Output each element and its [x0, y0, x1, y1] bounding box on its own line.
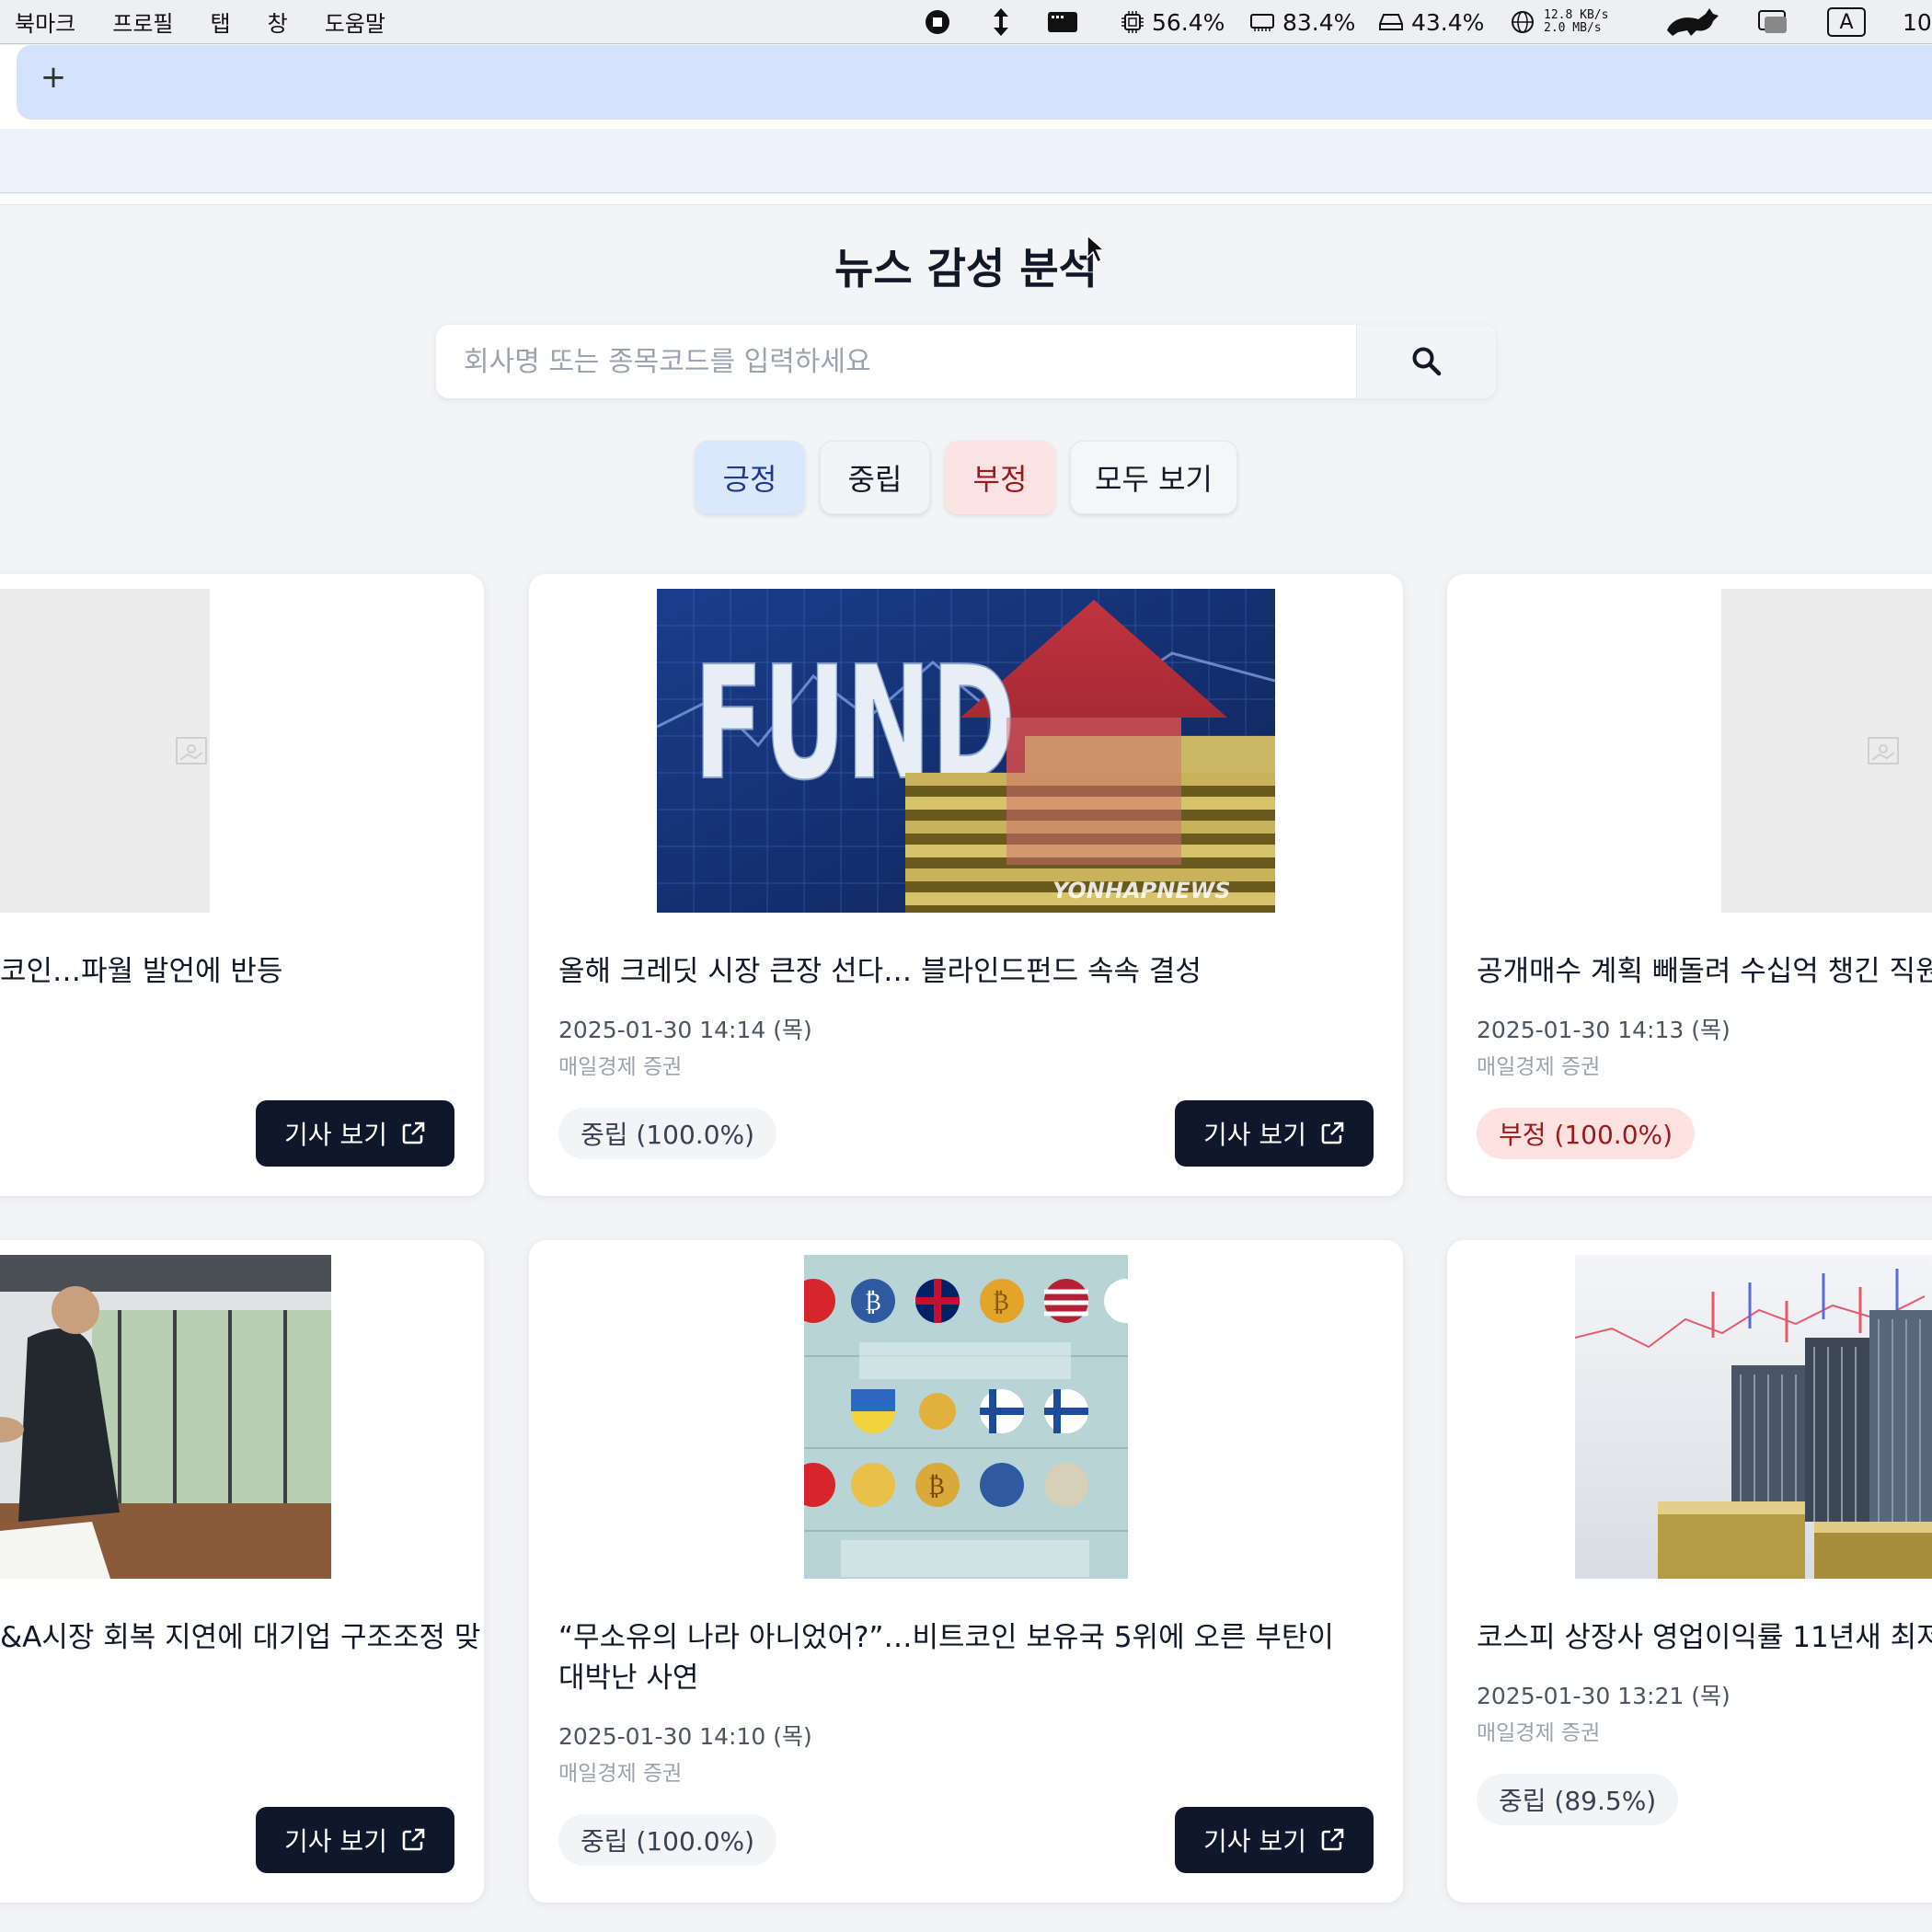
memory-value: 83.4%: [1282, 8, 1356, 36]
tab-bar: [17, 45, 1932, 120]
article-card: FUND YONHAPNEWS 올해 크레딧 시장 큰장 선다… 블라인드펀드 …: [529, 574, 1403, 1196]
article-title[interactable]: &A시장 회복 지연에 대기업 구조조정 맞: [0, 1617, 484, 1658]
article-title[interactable]: 공개매수 계획 빼돌려 수십억 챙긴 직원들: [1477, 951, 1932, 992]
filter-all-button[interactable]: 모두 보기: [1070, 441, 1237, 514]
sentiment-badge: 중립 (89.5%): [1477, 1774, 1679, 1825]
article-image-placeholder: [0, 589, 210, 913]
filter-positive-button[interactable]: 긍정: [695, 441, 805, 514]
sentiment-badge: 중립 (100.0%): [558, 1108, 777, 1159]
menu-profile[interactable]: 프로필: [112, 6, 173, 38]
battery-percent: 100: [1903, 8, 1932, 36]
article-title[interactable]: “무소유의 나라 아니었어?”…비트코인 보유국 5위에 오른 부탄이 대박난 …: [558, 1617, 1368, 1698]
memory-icon: [1250, 14, 1274, 31]
article-date: 2025-01-30 14:10 (목): [558, 1723, 812, 1750]
article-card: 코스피 상장사 영업이익률 11년새 최저 2025-01-30 13:21 (…: [1447, 1240, 1932, 1903]
read-article-label: 기사 보기: [284, 1120, 387, 1150]
menu-help[interactable]: 도움말: [325, 6, 385, 38]
external-link-icon: [402, 1828, 425, 1851]
window-app-icon[interactable]: [1047, 0, 1078, 44]
article-title[interactable]: 코스피 상장사 영업이익률 11년새 최저: [1477, 1617, 1932, 1658]
external-link-icon: [402, 1121, 425, 1144]
external-link-icon: [1321, 1828, 1344, 1851]
read-article-button[interactable]: 기사 보기: [256, 1807, 454, 1873]
article-image-flags: ₿ ₿ ₿: [804, 1255, 1128, 1579]
read-article-button[interactable]: 기사 보기: [1175, 1100, 1374, 1167]
sentiment-badge: 중립 (100.0%): [558, 1814, 777, 1866]
screen-mirror-icon[interactable]: [1757, 0, 1788, 44]
sentiment-filters: 긍정 중립 부정 모두 보기: [0, 441, 1932, 514]
cpu-icon: [1121, 11, 1144, 33]
menu-tab[interactable]: 탭: [211, 6, 231, 38]
page-title: 뉴스 감성 분석: [834, 244, 1098, 293]
article-source: 매일경제 증권: [558, 1055, 683, 1079]
read-article-button[interactable]: 기사 보기: [1175, 1807, 1374, 1873]
article-card: ₿ ₿ ₿ “무소유의 나라 아니었어?”…비트코인 보유국 5위에 오른 부탄…: [529, 1240, 1403, 1903]
disk-icon: [1379, 14, 1403, 30]
article-date: 2025-01-30 14:13 (목): [1477, 1017, 1731, 1043]
filter-negative-button[interactable]: 부정: [945, 441, 1055, 514]
browser-toolbar: [0, 129, 1932, 193]
search-box: [436, 325, 1496, 398]
article-source: 매일경제 증권: [558, 1762, 683, 1786]
article-card: 공개매수 계획 빼돌려 수십억 챙긴 직원들 2025-01-30 14:13 …: [1447, 574, 1932, 1196]
svg-text:₿: ₿: [993, 1289, 1009, 1317]
article-image-fund: FUND YONHAPNEWS: [657, 589, 1275, 913]
svg-text:₿: ₿: [865, 1289, 881, 1317]
cat-app-icon[interactable]: [1663, 0, 1720, 44]
cpu-value: 56.4%: [1152, 8, 1225, 36]
memory-indicator[interactable]: 83.4%: [1249, 0, 1355, 44]
page-content: 뉴스 감성 분석 긍정 중립 부정 모두 보기 코인…파월 발언에 반등 기사 …: [0, 206, 1932, 1932]
article-title[interactable]: 올해 크레딧 시장 큰장 선다… 블라인드펀드 속속 결성: [558, 951, 1368, 992]
disk-value: 43.4%: [1411, 8, 1485, 36]
article-card: 코인…파월 발언에 반등 기사 보기: [0, 574, 484, 1196]
image-watermark: YONHAPNEWS: [1052, 878, 1231, 903]
article-date: 2025-01-30 14:14 (목): [558, 1017, 812, 1043]
article-image-buildings: [1575, 1255, 1932, 1579]
sentiment-badge: 부정 (100.0%): [1477, 1108, 1696, 1159]
article-image-placeholder: [1721, 589, 1932, 913]
search-button[interactable]: [1356, 325, 1496, 398]
filter-neutral-button[interactable]: 중립: [820, 441, 930, 514]
resize-arrows-icon[interactable]: [990, 0, 1012, 44]
article-title[interactable]: 코인…파월 발언에 반등: [0, 951, 484, 992]
search-input[interactable]: [436, 327, 1347, 397]
broken-image-icon: [1868, 737, 1899, 765]
input-source-icon[interactable]: A: [1827, 0, 1866, 44]
cpu-indicator[interactable]: 56.4%: [1121, 0, 1225, 44]
menu-bar: 북마크 프로필 탭 창 도움말 56.4% 83.4% 43.4% 12.8 K…: [0, 0, 1932, 44]
record-icon[interactable]: [924, 0, 951, 44]
read-article-label: 기사 보기: [1203, 1826, 1306, 1857]
active-tab[interactable]: [0, 45, 15, 120]
net-upload-value: 12.8 KB/s: [1544, 8, 1609, 22]
mouse-cursor-icon: [1087, 234, 1106, 264]
network-indicator[interactable]: 12.8 KB/s 2.0 MB/s: [1511, 0, 1608, 44]
disk-indicator[interactable]: 43.4%: [1378, 0, 1484, 44]
article-image-handshake: [0, 1255, 331, 1579]
article-date: 2025-01-30 13:21 (목): [1477, 1683, 1731, 1709]
read-article-label: 기사 보기: [1203, 1120, 1306, 1150]
article-card: &A시장 회복 지연에 대기업 구조조정 맞 기사 보기: [0, 1240, 484, 1903]
menu-bookmarks[interactable]: 북마크: [15, 6, 75, 38]
search-icon: [1412, 347, 1441, 376]
svg-text:₿: ₿: [928, 1473, 945, 1501]
external-link-icon: [1321, 1121, 1344, 1144]
read-article-label: 기사 보기: [284, 1826, 387, 1857]
browser-tab-strip: +: [0, 45, 1932, 129]
article-source: 매일경제 증권: [1477, 1721, 1601, 1745]
read-article-button[interactable]: 기사 보기: [256, 1100, 454, 1167]
toolbar-divider: [0, 194, 1932, 205]
globe-icon: [1512, 11, 1534, 33]
net-download-value: 2.0 MB/s: [1544, 21, 1602, 35]
menu-window[interactable]: 창: [268, 6, 288, 38]
new-tab-button[interactable]: +: [37, 62, 70, 95]
broken-image-icon: [176, 737, 207, 765]
article-source: 매일경제 증권: [1477, 1055, 1601, 1079]
